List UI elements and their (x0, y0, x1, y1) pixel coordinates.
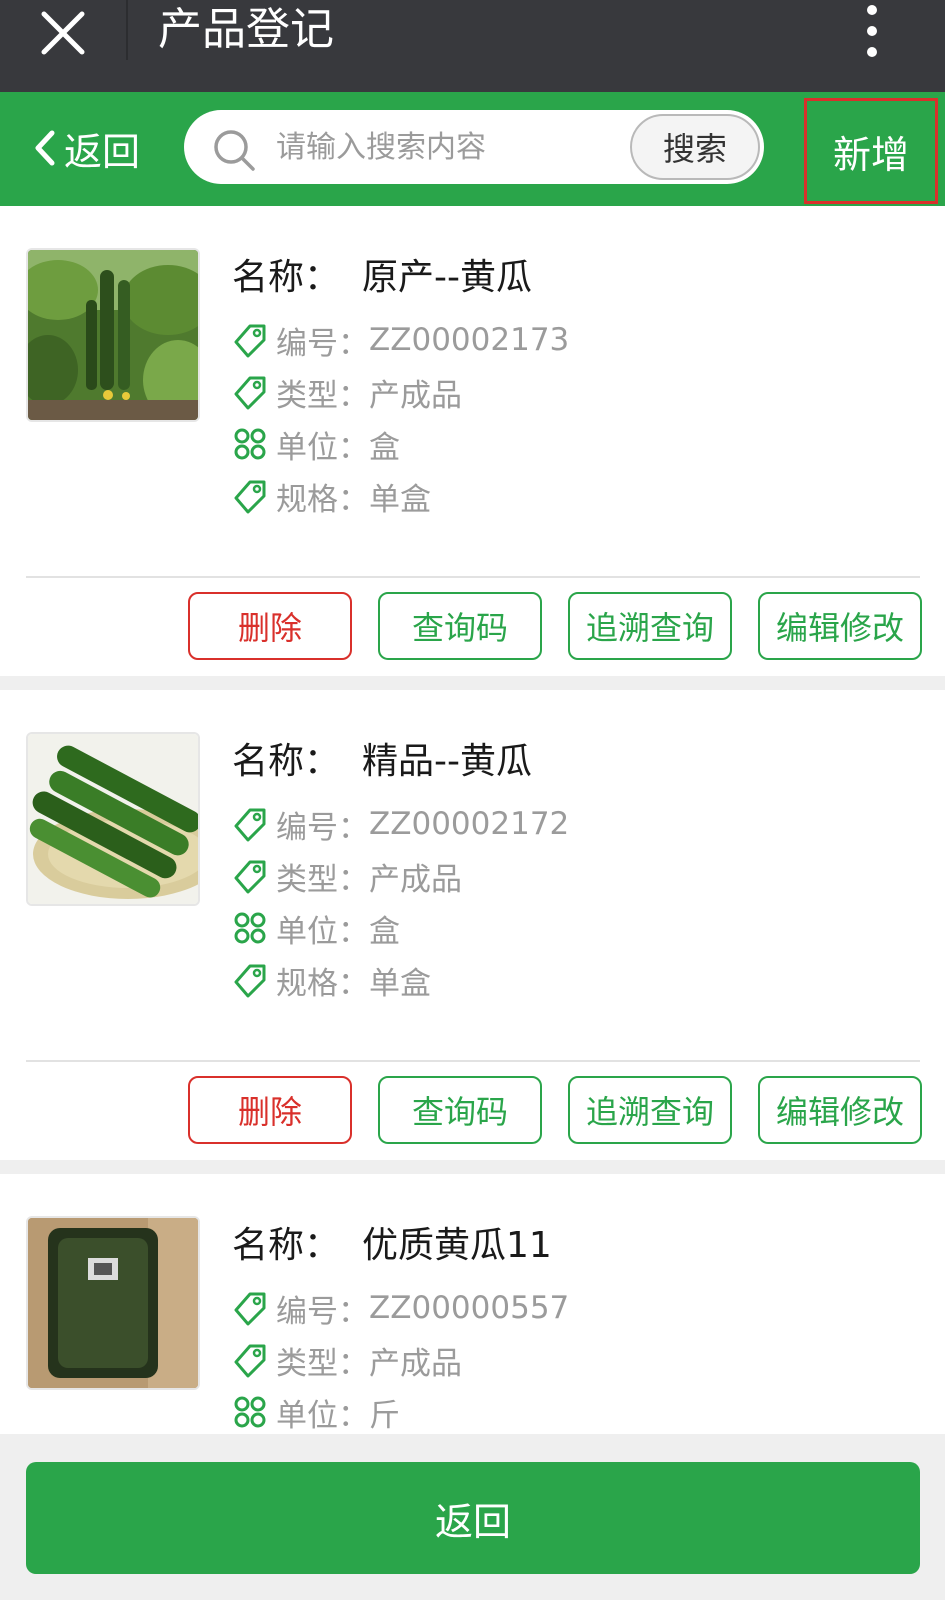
spec-value: 单盒 (369, 481, 431, 518)
trace-query-button[interactable]: 追溯查询 (568, 1076, 732, 1144)
field-type: 类型： 产成品 (232, 1334, 569, 1386)
name-value: 精品--黄瓜 (362, 741, 532, 782)
name-label: 名称： (232, 1225, 341, 1266)
query-code-button[interactable]: 查询码 (378, 592, 542, 660)
unit-value: 盒 (369, 913, 400, 950)
search-icon (214, 130, 255, 171)
unit-label: 单位： (276, 913, 369, 950)
tag-icon (232, 322, 268, 358)
field-spec: 规格： 单盒 (232, 470, 569, 522)
tag-icon (232, 478, 268, 514)
field-code: 编号： ZZ00002173 (232, 314, 569, 366)
code-value: ZZ00002173 (369, 322, 570, 358)
delete-button[interactable]: 删除 (188, 1076, 352, 1144)
tag-icon (232, 1342, 268, 1378)
type-value: 产成品 (369, 861, 462, 898)
more-vertical-icon[interactable] (860, 2, 884, 60)
divider (26, 576, 920, 578)
tag-icon (232, 806, 268, 842)
search-input[interactable] (276, 122, 606, 172)
edit-button[interactable]: 编辑修改 (758, 592, 922, 660)
title-divider (126, 0, 128, 60)
type-value: 产成品 (369, 377, 462, 414)
field-type: 类型： 产成品 (232, 366, 569, 418)
name-label: 名称： (232, 257, 341, 298)
field-unit: 单位：盒 (232, 418, 569, 470)
field-code: 编号： ZZ00002172 (232, 798, 569, 850)
add-button[interactable]: 新增 (804, 98, 938, 204)
product-card: 名称： 精品--黄瓜 编号： ZZ00002172 类型： 产成品 单位：盒 规格：单… (0, 690, 945, 1160)
unit-label: 单位： (276, 1397, 369, 1434)
unit-value: 盒 (369, 429, 400, 466)
product-image[interactable] (26, 732, 200, 906)
edit-button[interactable]: 编辑修改 (758, 1076, 922, 1144)
card-actions: 删除 查询码 追溯查询 编辑修改 (188, 592, 922, 660)
command-icon (232, 1394, 268, 1430)
field-unit: 单位：盒 (232, 902, 569, 954)
product-fields: 编号： ZZ00002172 类型： 产成品 单位：盒 规格： 单盒 (232, 798, 569, 1006)
search-button[interactable]: 搜索 (630, 114, 760, 180)
product-name: 名称： 精品--黄瓜 (232, 732, 532, 784)
chevron-left-icon (35, 130, 55, 166)
search-box: 搜索 (184, 110, 764, 184)
name-value: 原产--黄瓜 (362, 257, 532, 298)
spec-value: 单盒 (369, 965, 431, 1002)
type-label: 类型： (276, 1345, 369, 1382)
product-fields: 编号： ZZ00000557 类型： 产成品 单位：斤 (232, 1282, 569, 1434)
type-label: 类型： (276, 377, 369, 414)
code-label: 编号： (276, 809, 369, 846)
code-value: ZZ00000557 (369, 1290, 570, 1326)
name-label: 名称： (232, 741, 341, 782)
type-value: 产成品 (369, 1345, 462, 1382)
unit-value: 斤 (369, 1397, 400, 1434)
page-title: 产品登记 (158, 4, 334, 55)
product-card: 名称： 优质黄瓜11 编号： ZZ00000557 类型： 产成品 单位：斤 (0, 1174, 945, 1434)
tag-icon (232, 858, 268, 894)
title-bar: 产品登记 (0, 0, 945, 92)
name-value: 优质黄瓜11 (362, 1225, 552, 1266)
header-bar: 返回 搜索 新增 (0, 92, 945, 206)
product-name: 名称： 优质黄瓜11 (232, 1216, 552, 1268)
delete-button[interactable]: 删除 (188, 592, 352, 660)
tag-icon (232, 1290, 268, 1326)
footer-back-button[interactable]: 返回 (26, 1462, 920, 1574)
command-icon (232, 910, 268, 946)
back-button[interactable]: 返回 (32, 120, 140, 176)
unit-label: 单位： (276, 429, 369, 466)
product-fields: 编号： ZZ00002173 类型： 产成品 单位：盒 规格： 单盒 (232, 314, 569, 522)
footer: 返回 (0, 1434, 945, 1600)
query-code-button[interactable]: 查询码 (378, 1076, 542, 1144)
product-image[interactable] (26, 248, 200, 422)
card-actions: 删除 查询码 追溯查询 编辑修改 (188, 1076, 922, 1144)
tag-icon (232, 374, 268, 410)
tag-icon (232, 962, 268, 998)
spec-label: 规格： (276, 965, 369, 1002)
product-image[interactable] (26, 1216, 200, 1390)
field-spec: 规格： 单盒 (232, 954, 569, 1006)
trace-query-button[interactable]: 追溯查询 (568, 592, 732, 660)
divider (26, 1060, 920, 1062)
field-type: 类型： 产成品 (232, 850, 569, 902)
code-label: 编号： (276, 1293, 369, 1330)
close-icon[interactable] (38, 8, 88, 58)
field-code: 编号： ZZ00000557 (232, 1282, 569, 1334)
product-card: 名称： 原产--黄瓜 编号： ZZ00002173 类型： 产成品 单位：盒 规格：单… (0, 206, 945, 676)
command-icon (232, 426, 268, 462)
back-label: 返回 (64, 129, 141, 174)
product-list: 名称： 原产--黄瓜 编号： ZZ00002173 类型： 产成品 单位：盒 规格：单… (0, 206, 945, 1434)
spec-label: 规格： (276, 481, 369, 518)
type-label: 类型： (276, 861, 369, 898)
field-unit: 单位：斤 (232, 1386, 569, 1434)
code-label: 编号： (276, 325, 369, 362)
product-name: 名称： 原产--黄瓜 (232, 248, 532, 300)
code-value: ZZ00002172 (369, 806, 570, 842)
